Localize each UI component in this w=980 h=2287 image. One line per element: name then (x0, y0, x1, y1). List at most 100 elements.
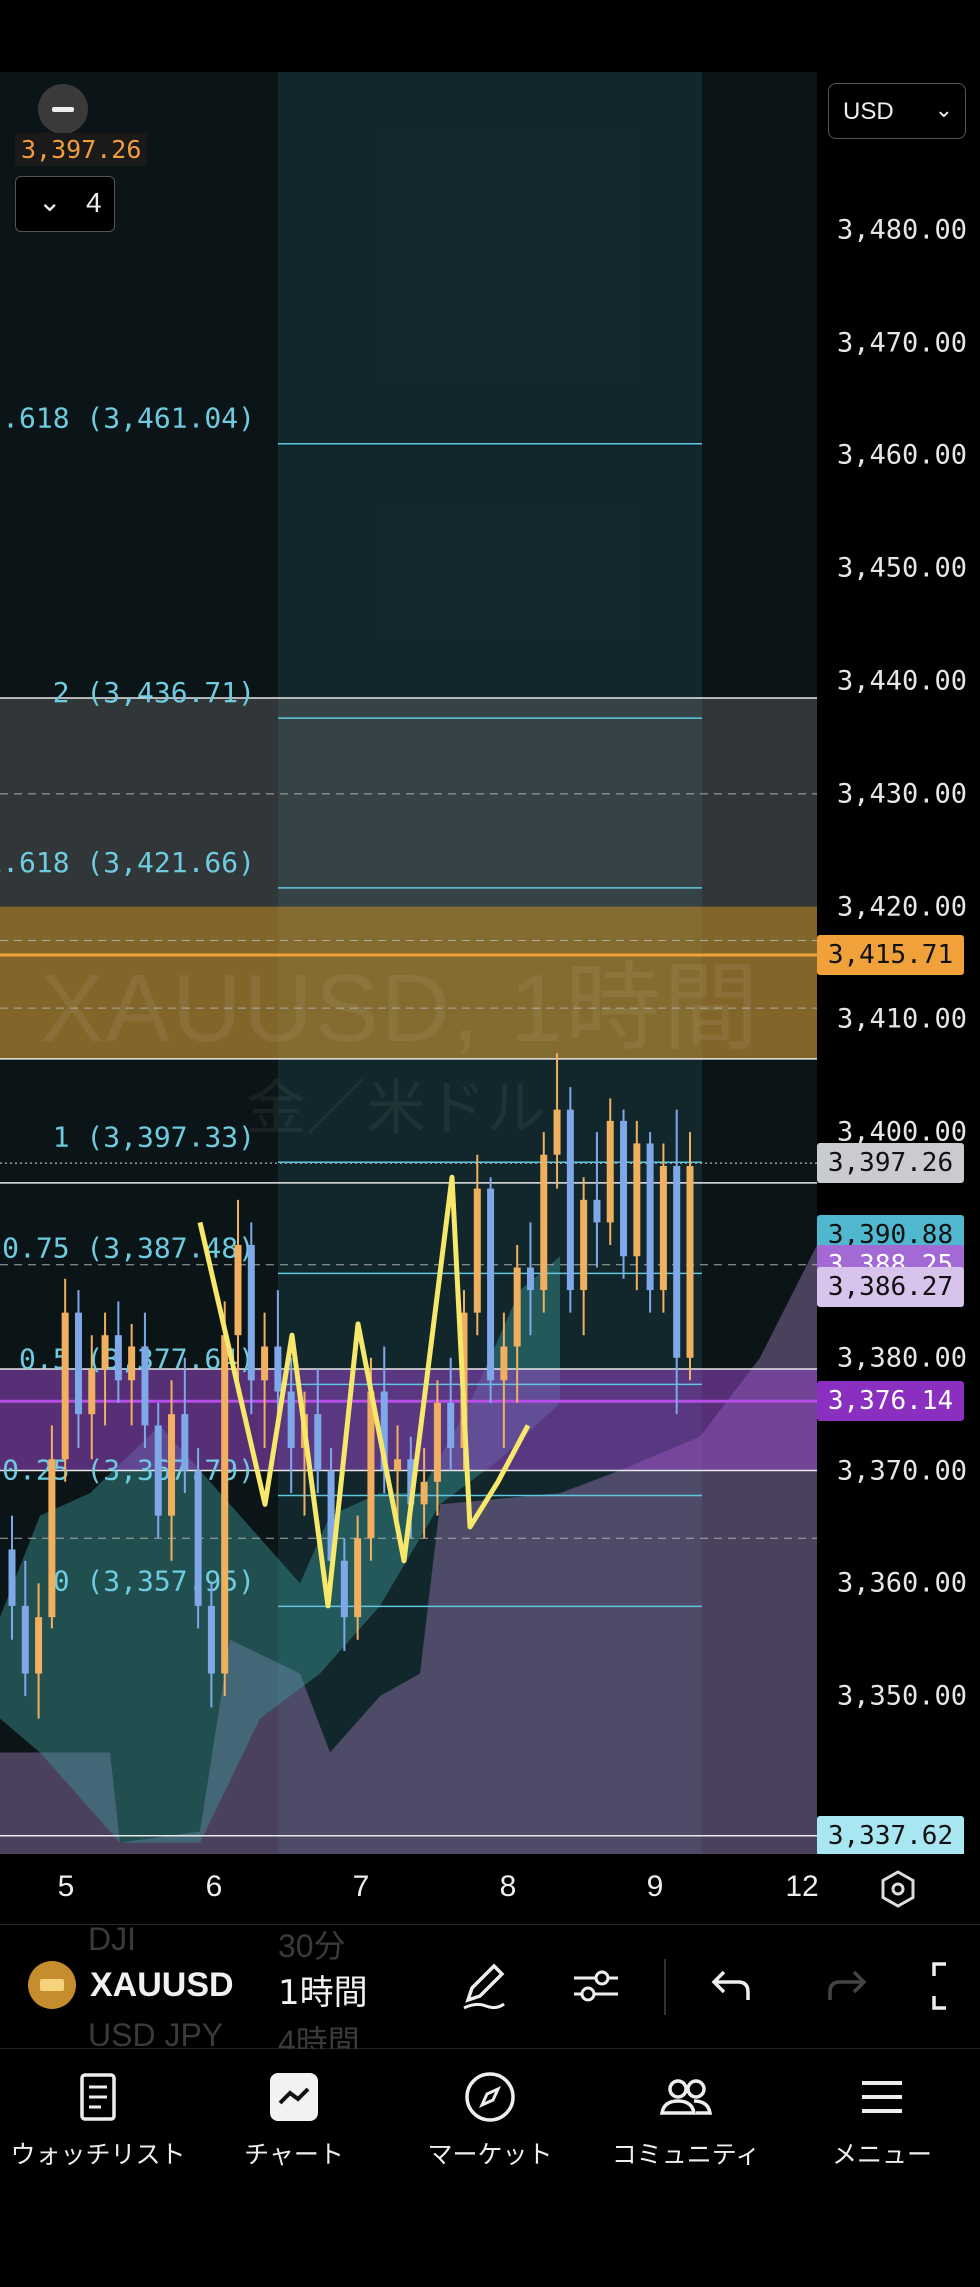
time-tick-label: 8 (499, 1870, 517, 1903)
candle-body (633, 1143, 641, 1257)
candle-body (394, 1459, 402, 1471)
timeframe-prev: 30分 (278, 1928, 346, 1964)
bottom-navigation: ウォッチリスト チャート マーケット コミュニティ メニュー (0, 2049, 980, 2287)
nav-community[interactable]: コミュニティ (588, 2067, 784, 2171)
time-tick-label: 7 (352, 1870, 370, 1903)
candle-body (646, 1143, 654, 1291)
price-tick-label: 3,440.00 (837, 665, 968, 697)
nav-chart-label: チャート (244, 2140, 344, 2169)
price-tag: 3,415.71 (817, 934, 964, 975)
legend-last-price: 3,397.26 (15, 133, 148, 166)
undo-icon[interactable] (704, 1958, 760, 2014)
nav-market[interactable]: マーケット (392, 2067, 588, 2171)
chart-watermark-subtitle: 金／米ドル (246, 1074, 546, 1144)
gold-icon (28, 1961, 76, 2009)
fib-level-label: 2.618 (3,461.04) (0, 402, 255, 435)
price-tick-label: 3,370.00 (837, 1455, 968, 1487)
candle-body (606, 1120, 614, 1223)
redo-icon[interactable] (818, 1958, 874, 2014)
fib-level-label: 0.25 (3,367.79) (2, 1453, 255, 1486)
candle-body (553, 1109, 561, 1155)
candle-body (154, 1425, 162, 1516)
chart-settings-icon[interactable] (878, 1869, 918, 1909)
nav-watchlist-label: ウォッチリスト (10, 2140, 186, 2169)
candle-body (473, 1188, 481, 1313)
fullscreen-icon[interactable] (930, 1958, 980, 2014)
indicators-icon[interactable] (568, 1958, 624, 2014)
candle-body (593, 1199, 601, 1223)
candle-body (513, 1267, 521, 1347)
chevron-down-icon: ⌄ (934, 97, 953, 122)
time-tick-label: 9 (646, 1870, 664, 1903)
nav-chart[interactable]: チャート (196, 2067, 392, 2171)
candle-body (35, 1617, 43, 1674)
price-tick-label: 3,360.00 (837, 1567, 968, 1599)
time-tick-label: 12 (785, 1870, 819, 1903)
chart-toolbar: DJI USD JPY 30分 4時間 XAUUSD 1時間 (0, 1921, 980, 2060)
price-tick-label: 3,430.00 (837, 778, 968, 810)
candle-body (194, 1470, 202, 1606)
candle-body (526, 1267, 534, 1291)
candle-body (433, 1402, 441, 1482)
candle-body (566, 1109, 574, 1291)
candle-body (247, 1244, 255, 1381)
indicator-toggle-button[interactable]: ⌄ 4 (15, 176, 115, 232)
nav-watchlist[interactable]: ウォッチリスト (0, 2067, 196, 2171)
candle-body (420, 1481, 428, 1505)
price-tag: 3,337.62 (817, 1815, 964, 1856)
fib-level-label: 2 (3,436.71) (53, 676, 255, 709)
candle-body (8, 1549, 16, 1606)
nav-market-label: マーケット (427, 2140, 553, 2169)
pencil-icon[interactable] (456, 1958, 512, 2014)
candle-body (487, 1188, 495, 1381)
fib-level-label: 0.5 (3,377.64) (19, 1342, 255, 1375)
symbol-label: XAUUSD (90, 1965, 234, 2004)
chart-watermark-title: XAUUSD, 1時間 (40, 955, 761, 1062)
collapse-legend-button[interactable] (38, 84, 88, 134)
watchlist-icon (80, 2073, 116, 2121)
community-icon (659, 2079, 713, 2115)
symbol-selector[interactable]: XAUUSD (28, 1957, 234, 2013)
candle-body (168, 1414, 176, 1516)
candle-body (274, 1346, 282, 1392)
tradingview-logo[interactable]: TV (22, 1844, 77, 1854)
time-tick-label: 6 (205, 1870, 223, 1903)
price-tick-label: 3,410.00 (837, 1003, 968, 1035)
price-tag: 3,386.27 (817, 1267, 964, 1308)
price-tick-label: 3,380.00 (837, 1342, 968, 1374)
currency-label: USD (843, 98, 894, 125)
status-bar (0, 0, 980, 72)
chart-plot-area[interactable]: 2.618 (3,461.04) 2 (3,436.71) 1.618 (3,421… (0, 72, 817, 1854)
candle-body (340, 1560, 348, 1618)
candle-body (314, 1414, 322, 1471)
toolbar-divider (664, 1959, 666, 2015)
chart-icon (270, 2073, 318, 2121)
candle-body (673, 1166, 681, 1358)
candle-body (221, 1335, 229, 1674)
time-tick-label: 5 (57, 1870, 75, 1903)
currency-select[interactable]: USD ⌄ (828, 83, 966, 139)
fib-level-label: 1.618 (3,421.66) (0, 846, 255, 879)
candle-body (141, 1346, 149, 1426)
time-axis[interactable]: 5 6 7 8 9 12 (0, 1854, 980, 1925)
price-axis[interactable]: 3,480.00 3,470.00 3,460.00 3,450.00 3,440.00… (817, 72, 980, 1856)
fib-level-label: 1 (3,397.33) (53, 1120, 255, 1153)
candle-body (61, 1312, 69, 1460)
menu-icon (862, 2081, 902, 2113)
candle-body (354, 1538, 362, 1618)
price-tick-label: 3,420.00 (837, 891, 968, 923)
indicator-count: 4 (86, 187, 102, 218)
candle-body (540, 1154, 548, 1291)
candle-body (181, 1414, 189, 1471)
price-tick-label: 3,350.00 (837, 1680, 968, 1712)
candle-body (21, 1605, 29, 1674)
candle-body (261, 1346, 269, 1381)
nav-community-label: コミュニティ (611, 2140, 761, 2169)
price-tag: 3,376.14 (817, 1381, 964, 1422)
timeframe-selector[interactable]: 1時間 (278, 1965, 368, 2014)
chevron-down-icon: ⌄ (38, 185, 62, 218)
candle-body (128, 1346, 136, 1381)
candle-body (580, 1199, 588, 1291)
nav-menu[interactable]: メニュー (784, 2067, 980, 2171)
compass-icon (465, 2072, 515, 2122)
